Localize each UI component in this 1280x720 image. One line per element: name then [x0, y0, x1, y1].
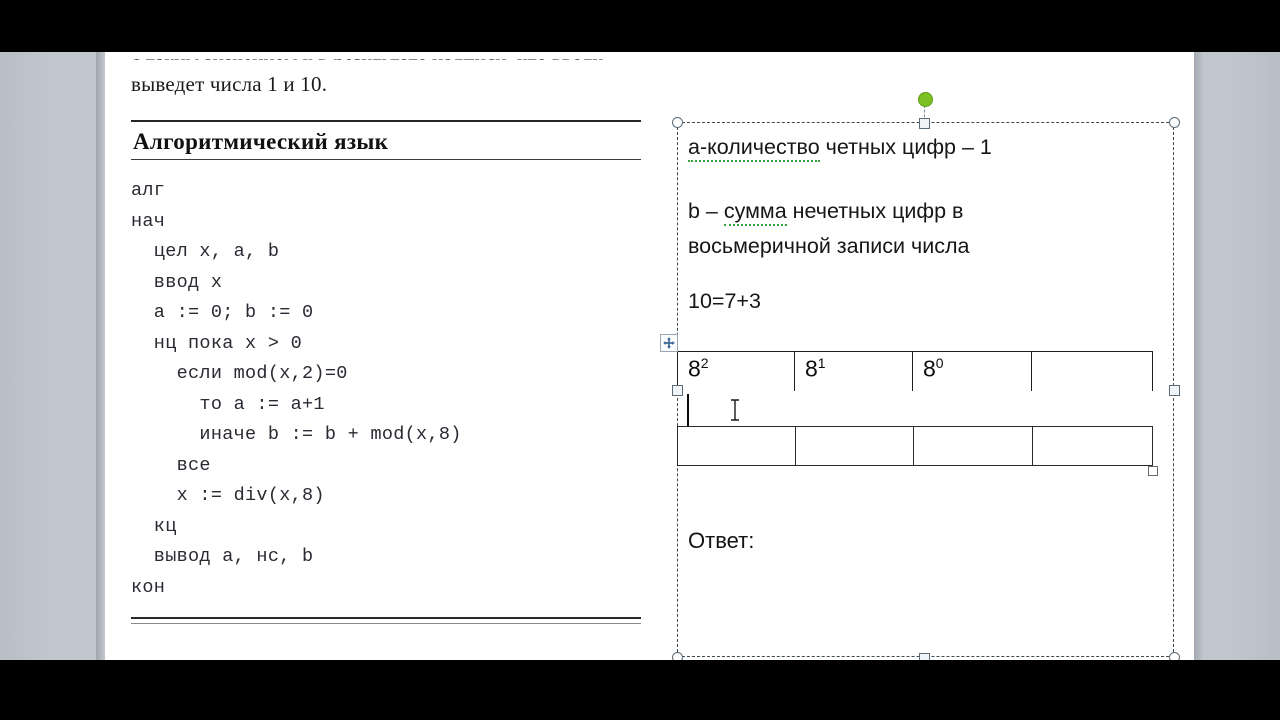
selection-handle-top-center[interactable] [919, 118, 930, 129]
table-row2-divider-3 [1032, 426, 1033, 466]
heading-rule-bottom [131, 159, 641, 160]
textbox-line-2: b – сумма нечетных цифр в [688, 196, 1158, 227]
ibeam-pointer-icon [731, 399, 739, 421]
cell-label-8-pow-0: 80 [923, 355, 944, 382]
answer-label: Ответ: [688, 528, 755, 553]
page-shadow-right [1194, 0, 1204, 720]
selection-handle-middle-right[interactable] [1169, 385, 1180, 396]
textbox-line-3: восьмеричной записи числа [688, 234, 970, 258]
letterbox-bottom [0, 660, 1280, 720]
left-content-column: с таким значением x в результате надписи… [131, 52, 641, 624]
algorithm-code-block: алг нач цел x, a, b ввод x a := 0; b := … [131, 180, 462, 598]
selection-handle-top-left[interactable] [672, 117, 683, 128]
table-cell-r1c2[interactable]: 81 [795, 351, 913, 391]
table-row-headers[interactable]: 82 81 80 [677, 351, 1153, 426]
textbox-line-4: 10=7+3 [688, 289, 761, 313]
text-caret [687, 394, 689, 426]
selection-handle-top-right[interactable] [1169, 117, 1180, 128]
table-resize-handle[interactable] [1148, 466, 1158, 476]
spellcheck-word-summa: сумма [723, 199, 787, 226]
paragraph-gap-1 [688, 167, 1158, 196]
textbox-line-1: а-количество четных цифр – 1 [688, 132, 1158, 163]
selection-handle-middle-left[interactable] [672, 385, 683, 396]
rotate-handle[interactable] [918, 92, 933, 107]
code-rule-bottom [131, 617, 641, 624]
line1-suffix: четных цифр – 1 [819, 135, 992, 159]
letterbox-top [0, 0, 1280, 52]
paragraph-gap-2 [688, 266, 1158, 286]
table-row2-divider-2 [913, 426, 914, 466]
table-row2-divider-1 [795, 426, 796, 466]
cell-label-8-pow-2: 82 [688, 355, 709, 382]
text-box-content[interactable]: а-количество четных цифр – 1 b – сумма н… [688, 132, 1158, 321]
lead-paragraph: выведет числа 1 и 10. [131, 72, 328, 96]
table-row-values[interactable] [677, 426, 1153, 466]
octal-place-value-table[interactable]: 82 81 80 [677, 351, 1153, 466]
table-cell-r1c4[interactable] [1032, 351, 1153, 391]
cell-label-8-pow-1: 81 [805, 355, 826, 382]
line2-suffix: нечетных цифр в [786, 199, 964, 223]
section-heading: Алгоритмический язык [133, 129, 389, 154]
table-cell-r1c1[interactable]: 82 [677, 351, 795, 391]
move-four-arrows-icon [663, 337, 675, 349]
table-row2-outline[interactable] [677, 426, 1153, 466]
table-move-handle[interactable] [660, 334, 678, 352]
page-shadow-left [96, 0, 105, 720]
spellcheck-word-a-kolichestvo: а-количество [688, 135, 820, 162]
clipped-paragraph: с таким значением x в результате надписи… [131, 52, 641, 60]
table-cell-r1c3[interactable]: 80 [913, 351, 1032, 391]
line2-prefix: b – [688, 199, 724, 223]
